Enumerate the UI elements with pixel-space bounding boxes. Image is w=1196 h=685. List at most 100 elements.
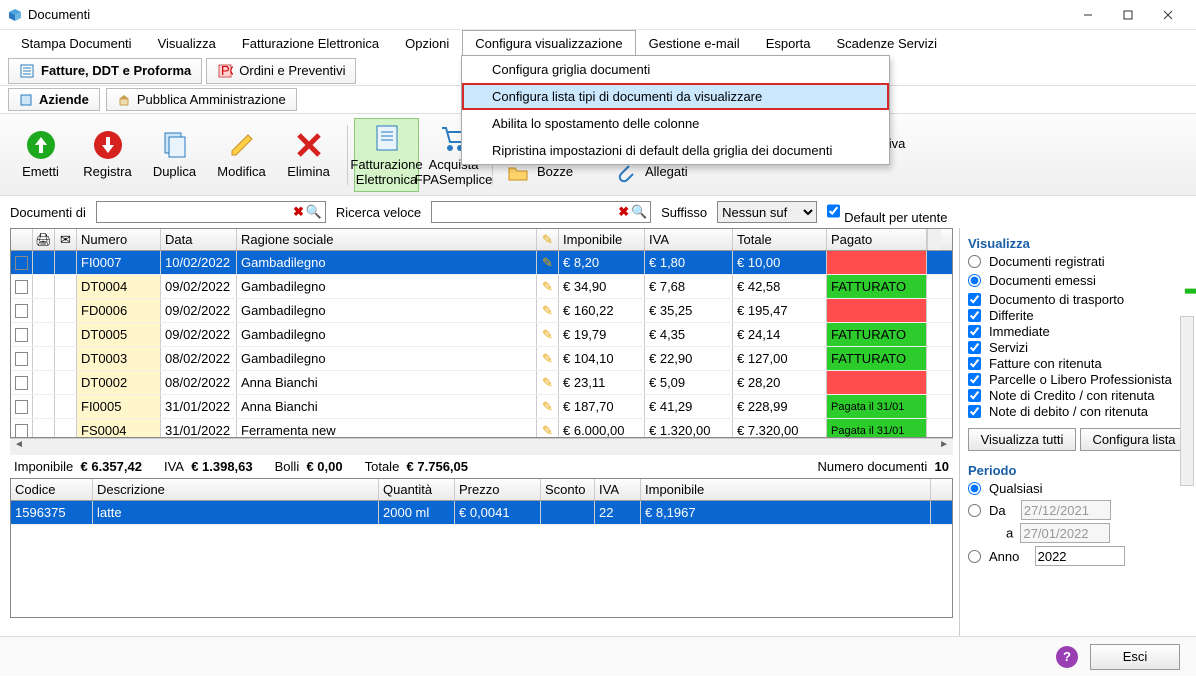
pencil-icon[interactable]: ✎: [542, 399, 553, 415]
clear-ricerca-icon[interactable]: ✖: [618, 204, 629, 220]
menu-visualizza[interactable]: Visualizza: [145, 30, 229, 56]
pencil-icon[interactable]: ✎: [542, 327, 553, 343]
modifica-button[interactable]: Modifica: [209, 118, 274, 192]
tab-aziende[interactable]: Aziende: [8, 88, 100, 111]
default-utente-checkbox[interactable]: Default per utente: [827, 200, 947, 225]
row-checkbox[interactable]: [15, 304, 28, 318]
radio-documenti-emessi[interactable]: Documenti emessi: [968, 273, 1188, 288]
tab-ordini-preventivi[interactable]: PO Ordini e Preventivi: [206, 58, 356, 84]
minimize-button[interactable]: [1068, 1, 1108, 29]
vis-checkbox[interactable]: Note di debito / con ritenuta: [968, 404, 1188, 419]
close-button[interactable]: [1148, 1, 1188, 29]
vis-checkbox[interactable]: Servizi: [968, 340, 1188, 355]
table-row[interactable]: FI000710/02/2022Gambadilegno✎€ 8,20€ 1,8…: [11, 251, 952, 275]
table-row[interactable]: FS000431/01/2022Ferramenta new✎€ 6.000,0…: [11, 419, 952, 437]
column-header[interactable]: Quantità: [379, 479, 455, 500]
date-from-input[interactable]: [1021, 500, 1111, 520]
search-ricerca-icon[interactable]: 🔍: [631, 204, 647, 220]
pencil-icon[interactable]: ✎: [542, 303, 553, 319]
column-header[interactable]: ✉: [55, 229, 77, 250]
table-row[interactable]: FD000609/02/2022Gambadilegno✎€ 160,22€ 3…: [11, 299, 952, 323]
elimina-button[interactable]: Elimina: [276, 118, 341, 192]
vis-checkbox[interactable]: Fatture con ritenuta: [968, 356, 1188, 371]
vis-checkbox[interactable]: Immediate: [968, 324, 1188, 339]
duplica-button[interactable]: Duplica: [142, 118, 207, 192]
pencil-icon[interactable]: ✎: [542, 351, 553, 367]
row-checkbox[interactable]: [15, 424, 28, 438]
column-header[interactable]: Imponibile: [641, 479, 931, 500]
table-row[interactable]: FI000531/01/2022Anna Bianchi✎€ 187,70€ 4…: [11, 395, 952, 419]
menu-configura-visualizzazione[interactable]: Configura visualizzazione: [462, 30, 635, 56]
tab-pubblica-amministrazione[interactable]: Pubblica Amministrazione: [106, 88, 297, 111]
radio-periodo-qualsiasi[interactable]: Qualsiasi: [968, 481, 1188, 496]
x-icon: [293, 129, 325, 161]
grid-horizontal-scrollbar[interactable]: [10, 438, 953, 455]
column-header[interactable]: Sconto: [541, 479, 595, 500]
date-to-input[interactable]: [1020, 523, 1110, 543]
registra-button[interactable]: Registra: [75, 118, 140, 192]
column-header[interactable]: ✎: [537, 229, 559, 250]
radio-documenti-registrati[interactable]: Documenti registrati: [968, 254, 1188, 269]
row-checkbox[interactable]: [15, 400, 28, 414]
column-header[interactable]: Imponibile: [559, 229, 645, 250]
right-pane-scrollbar[interactable]: [1180, 316, 1194, 486]
menu-item[interactable]: Ripristina impostazioni di default della…: [462, 137, 889, 164]
vis-checkbox[interactable]: Note di Credito / con ritenuta: [968, 388, 1188, 403]
column-header[interactable]: 🖨: [33, 229, 55, 250]
menu-item[interactable]: Configura lista tipi di documenti da vis…: [462, 83, 889, 110]
row-checkbox[interactable]: [15, 352, 28, 366]
table-row[interactable]: DT000409/02/2022Gambadilegno✎€ 34,90€ 7,…: [11, 275, 952, 299]
menu-stampa-documenti[interactable]: Stampa Documenti: [8, 30, 145, 56]
menu-fatturazione-elettronica[interactable]: Fatturazione Elettronica: [229, 30, 392, 56]
column-header[interactable]: Codice: [11, 479, 93, 500]
menu-scadenze-servizi[interactable]: Scadenze Servizi: [824, 30, 950, 56]
emetti-button[interactable]: Emetti: [8, 118, 73, 192]
maximize-button[interactable]: [1108, 1, 1148, 29]
menu-esporta[interactable]: Esporta: [753, 30, 824, 56]
table-row[interactable]: DT000208/02/2022Anna Bianchi✎€ 23,11€ 5,…: [11, 371, 952, 395]
radio-periodo-anno[interactable]: Anno: [968, 546, 1188, 566]
documents-grid[interactable]: 🖨✉NumeroDataRagione sociale✎ImponibileIV…: [10, 228, 953, 438]
tab-fatture-ddt-proforma[interactable]: Fatture, DDT e Proforma: [8, 58, 202, 84]
table-row[interactable]: DT000308/02/2022Gambadilegno✎€ 104,10€ 2…: [11, 347, 952, 371]
column-header[interactable]: Descrizione: [93, 479, 379, 500]
row-checkbox[interactable]: [15, 256, 28, 270]
clear-documenti-icon[interactable]: ✖: [293, 204, 304, 220]
column-header[interactable]: Ragione sociale: [237, 229, 537, 250]
pencil-icon[interactable]: ✎: [542, 375, 553, 391]
table-row[interactable]: DT000509/02/2022Gambadilegno✎€ 19,79€ 4,…: [11, 323, 952, 347]
documenti-di-input[interactable]: [96, 201, 326, 223]
vis-checkbox[interactable]: Documento di trasporto: [968, 292, 1188, 307]
detail-grid[interactable]: CodiceDescrizioneQuantitàPrezzoScontoIVA…: [10, 478, 953, 618]
column-header[interactable]: Prezzo: [455, 479, 541, 500]
visualizza-tutti-button[interactable]: Visualizza tutti: [968, 428, 1076, 451]
column-header[interactable]: [11, 229, 33, 250]
search-documenti-icon[interactable]: 🔍: [306, 204, 322, 220]
vis-checkbox[interactable]: Differite: [968, 308, 1188, 323]
vis-checkbox[interactable]: Parcelle o Libero Professionista: [968, 372, 1188, 387]
pencil-icon[interactable]: ✎: [542, 279, 553, 295]
column-header[interactable]: IVA: [645, 229, 733, 250]
help-button[interactable]: ?: [1056, 646, 1078, 668]
pencil-icon[interactable]: ✎: [542, 423, 553, 438]
column-header[interactable]: Data: [161, 229, 237, 250]
table-row[interactable]: 1596375latte2000 ml€ 0,004122€ 8,1967: [11, 501, 952, 525]
radio-periodo-da[interactable]: Da: [968, 500, 1188, 520]
menu-gestione-e-mail[interactable]: Gestione e-mail: [636, 30, 753, 56]
configura-lista-button[interactable]: Configura lista: [1080, 428, 1188, 451]
suffisso-select[interactable]: Nessun suf: [717, 201, 817, 223]
row-checkbox[interactable]: [15, 328, 28, 342]
row-checkbox[interactable]: [15, 376, 28, 390]
fatturazione-elettronica-button[interactable]: Fatturazione Elettronica: [354, 118, 419, 192]
row-checkbox[interactable]: [15, 280, 28, 294]
pencil-icon[interactable]: ✎: [542, 255, 553, 271]
column-header[interactable]: IVA: [595, 479, 641, 500]
column-header[interactable]: Pagato: [827, 229, 927, 250]
menu-opzioni[interactable]: Opzioni: [392, 30, 462, 56]
menu-item[interactable]: Configura griglia documenti: [462, 56, 889, 83]
exit-button[interactable]: Esci: [1090, 644, 1180, 670]
column-header[interactable]: Totale: [733, 229, 827, 250]
menu-item[interactable]: Abilita lo spostamento delle colonne: [462, 110, 889, 137]
column-header[interactable]: Numero: [77, 229, 161, 250]
anno-input[interactable]: [1035, 546, 1125, 566]
